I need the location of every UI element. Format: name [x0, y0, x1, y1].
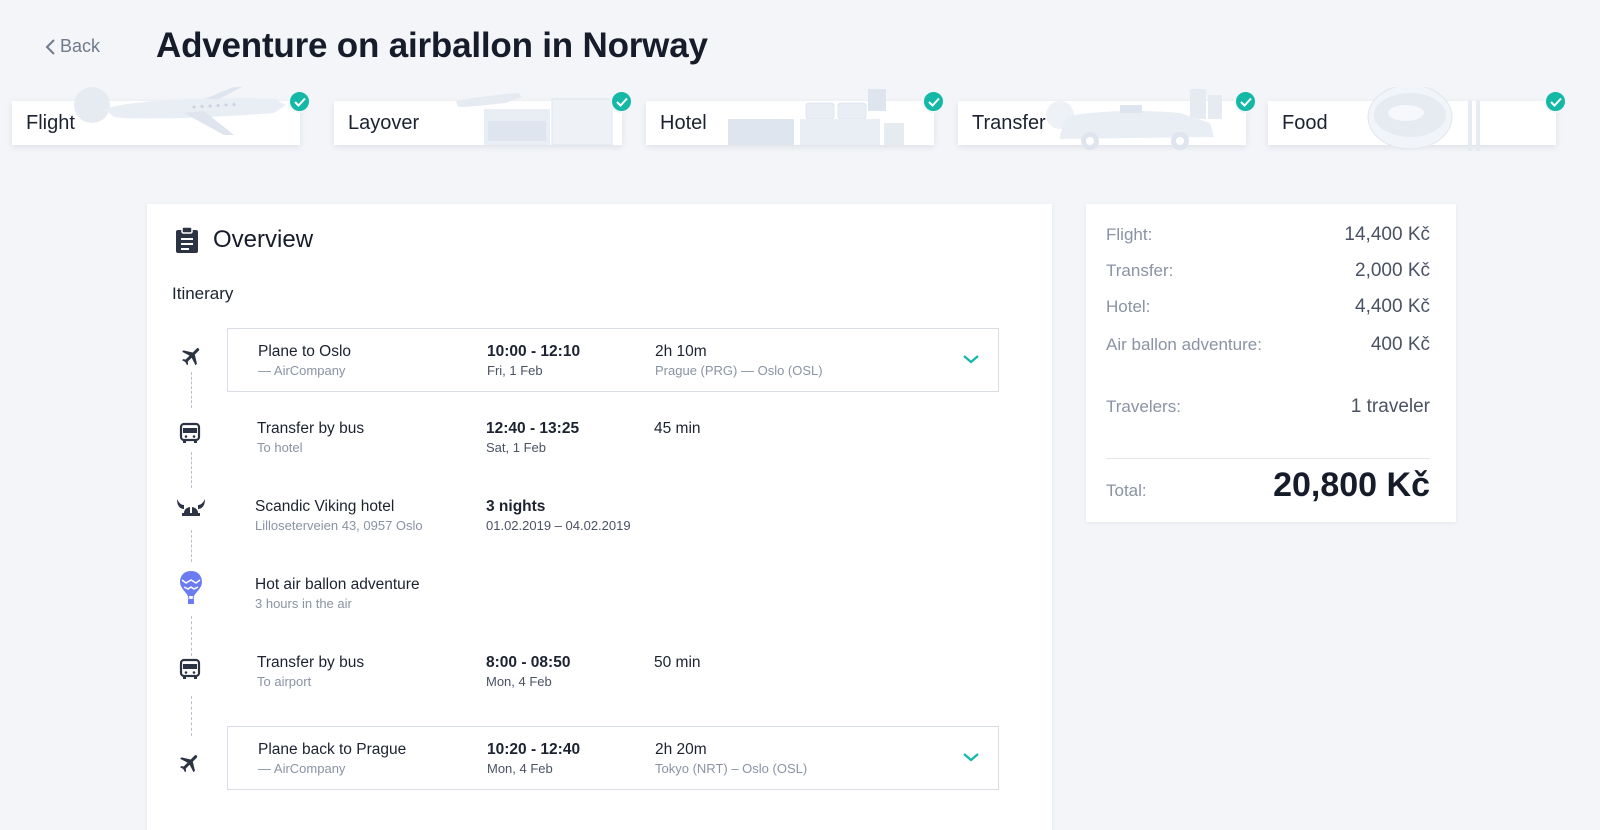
plane-illustration	[74, 87, 286, 135]
overview-card: Overview Itinerary Plane to Oslo — AirCo…	[147, 204, 1052, 830]
item-duration: 50 min	[654, 654, 701, 671]
item-time: 12:40 - 13:25	[486, 420, 580, 437]
itinerary-item-hotel: Scandic Viking hotel Lilloseterveien 43,…	[227, 484, 999, 548]
item-destination: To hotel	[257, 440, 303, 455]
check-icon	[1234, 90, 1257, 113]
item-date: Mon, 4 Feb	[486, 674, 552, 689]
total-value: 20,800 Kč	[1273, 466, 1430, 504]
timeline-connector	[191, 530, 192, 562]
price-summary-card: Flight: 14,400 Kč Transfer: 2,000 Kč Hot…	[1086, 204, 1456, 522]
step-hotel[interactable]: Hotel	[646, 89, 945, 145]
price-value: 14,400 Kč	[1344, 224, 1430, 245]
price-line-hotel: Hotel: 4,400 Kč	[1106, 296, 1430, 318]
travelers-value: 1 traveler	[1350, 396, 1430, 417]
overview-header: Overview	[175, 226, 313, 254]
step-flight[interactable]: Flight	[12, 87, 311, 145]
step-layover[interactable]: Layover	[334, 90, 633, 146]
total-line: Total: 20,800 Kč	[1106, 466, 1430, 505]
chevron-down-icon[interactable]	[962, 353, 980, 365]
page-title: Adventure on airballon in Norway	[156, 26, 708, 65]
clipboard-icon	[176, 226, 198, 253]
timeline-connector	[191, 372, 192, 408]
step-food[interactable]: Food	[1268, 87, 1567, 151]
plate-illustration	[1367, 87, 1480, 151]
itinerary-item-flight-out[interactable]: Plane to Oslo — AirCompany 10:00 - 12:10…	[227, 328, 999, 392]
step-label: Transfer	[972, 112, 1046, 134]
item-duration: 45 min	[654, 420, 701, 437]
item-nights: 3 nights	[486, 498, 546, 515]
item-description: 3 hours in the air	[255, 596, 352, 611]
item-time: 8:00 - 08:50	[486, 654, 571, 671]
price-line-adventure: Air ballon adventure: 400 Kč	[1106, 334, 1430, 356]
item-time: 10:20 - 12:40	[487, 741, 581, 758]
item-time: 10:00 - 12:10	[487, 343, 581, 360]
check-icon	[288, 90, 311, 113]
item-duration: 2h 20m	[655, 741, 707, 758]
item-name: Scandic Viking hotel	[255, 498, 395, 515]
step-label: Food	[1282, 112, 1328, 134]
itinerary-item-balloon: Hot air ballon adventure 3 hours in the …	[227, 562, 999, 626]
price-value: 2,000 Kč	[1355, 260, 1430, 281]
timeline-connector	[191, 696, 192, 736]
item-date: Fri, 1 Feb	[487, 363, 543, 378]
itinerary-item-flight-back[interactable]: Plane back to Prague — AirCompany 10:20 …	[227, 726, 999, 790]
lounge-illustration	[456, 93, 613, 146]
price-label: Air ballon adventure:	[1106, 335, 1262, 354]
check-icon	[922, 90, 945, 113]
travelers-line: Travelers: 1 traveler	[1106, 396, 1430, 418]
item-name: Transfer by bus	[257, 420, 365, 437]
item-duration: 2h 10m	[655, 343, 707, 360]
price-line-transfer: Transfer: 2,000 Kč	[1106, 260, 1430, 282]
item-carrier: — AirCompany	[258, 761, 346, 776]
price-label: Hotel:	[1106, 297, 1151, 316]
step-transfer[interactable]: Transfer	[958, 89, 1257, 150]
plane-icon	[177, 750, 203, 776]
hotel-room-illustration	[728, 89, 904, 145]
itinerary-item-transfer-airport: Transfer by bus To airport 8:00 - 08:50 …	[227, 640, 999, 704]
itinerary-item-transfer-hotel: Transfer by bus To hotel 12:40 - 13:25 S…	[227, 406, 999, 470]
total-label: Total:	[1106, 481, 1147, 500]
viking-helmet-icon	[175, 494, 207, 520]
timeline-connector	[191, 616, 192, 656]
back-label: Back	[60, 36, 101, 56]
car-illustration	[1046, 89, 1222, 150]
itinerary-label: Itinerary	[172, 284, 234, 303]
chevron-left-icon	[45, 38, 55, 55]
item-date: Mon, 4 Feb	[487, 761, 553, 776]
item-route: Prague (PRG) — Oslo (OSL)	[655, 363, 823, 378]
item-destination: To airport	[257, 674, 312, 689]
overview-title: Overview	[213, 226, 314, 253]
item-carrier: — AirCompany	[258, 363, 346, 378]
check-icon	[1544, 90, 1567, 113]
item-name: Plane to Oslo	[258, 343, 352, 360]
step-label: Flight	[26, 112, 75, 134]
item-name: Plane back to Prague	[258, 741, 407, 758]
price-value: 4,400 Kč	[1355, 296, 1430, 317]
price-value: 400 Kč	[1370, 334, 1430, 355]
item-date: Sat, 1 Feb	[486, 440, 546, 455]
timeline-connector	[191, 452, 192, 488]
chevron-down-icon[interactable]	[962, 751, 980, 763]
item-name: Hot air ballon adventure	[255, 576, 420, 593]
step-label: Layover	[348, 112, 420, 134]
price-label: Flight:	[1106, 225, 1153, 244]
item-name: Transfer by bus	[257, 654, 365, 671]
step-label: Hotel	[660, 112, 707, 134]
price-line-flight: Flight: 14,400 Kč	[1106, 224, 1430, 246]
bus-icon	[177, 420, 203, 446]
back-button[interactable]: Back	[44, 36, 100, 57]
hot-air-balloon-icon	[178, 570, 204, 606]
item-route: Tokyo (NRT) – Oslo (OSL)	[655, 761, 808, 776]
check-icon	[610, 90, 633, 113]
plane-icon	[179, 343, 205, 369]
bus-icon	[177, 656, 203, 682]
item-address: Lilloseterveien 43, 0957 Oslo	[255, 518, 423, 533]
price-label: Transfer:	[1106, 261, 1174, 280]
travelers-label: Travelers:	[1106, 397, 1181, 416]
item-date-range: 01.02.2019 – 04.02.2019	[486, 518, 631, 533]
booking-steps: Flight Layover Hotel Transfer Food	[12, 86, 1588, 156]
divider	[1106, 458, 1430, 459]
